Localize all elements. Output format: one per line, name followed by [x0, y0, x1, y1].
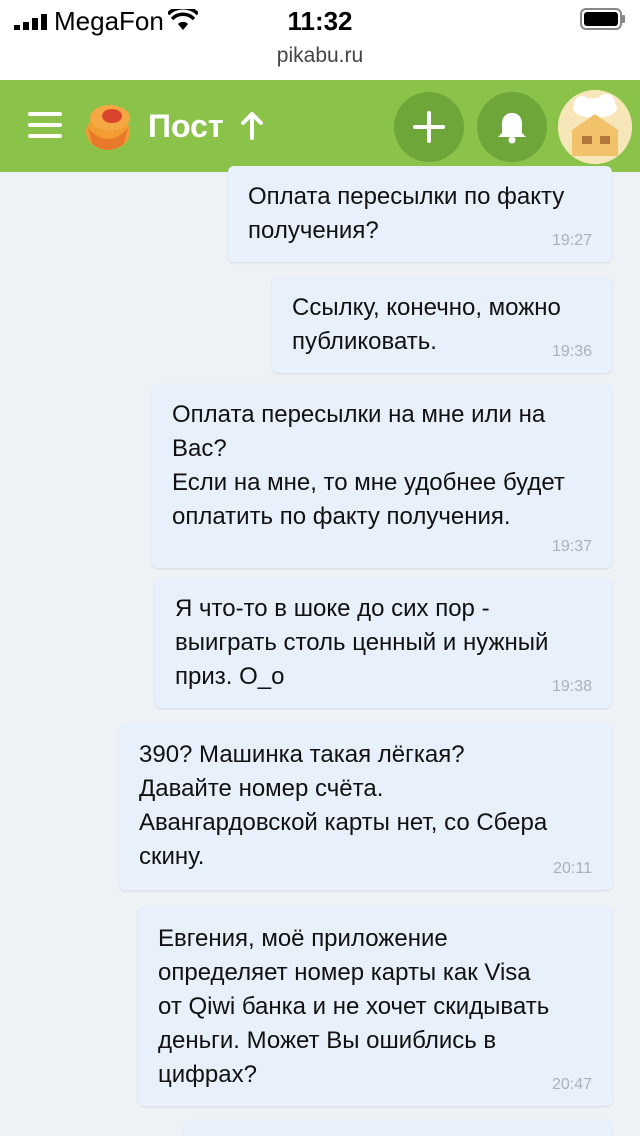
message-bubble: Я что-то в шоке до сих пор - выиграть ст… [155, 578, 612, 708]
message-bubble: Евгения, моё приложение определяет номер… [138, 906, 612, 1106]
url-bar[interactable]: pikabu.ru [0, 44, 640, 68]
pikabu-logo[interactable] [80, 98, 136, 154]
add-post-button[interactable] [394, 92, 464, 162]
message-time: 20:11 [553, 860, 592, 877]
message-time: 20:47 [551, 1076, 592, 1093]
message-bubble: Ссылку, конечно, можно публиковать. 19:3… [272, 277, 612, 373]
message-text: 390? Машинка такая лёгкая? Давайте номер… [139, 741, 548, 870]
message-text: Оплата пересылки на мне или на Вас? Если… [172, 401, 565, 530]
app-header: Пост [0, 80, 640, 172]
message-text: Я что-то в шоке до сих пор - выиграть ст… [175, 595, 549, 690]
message-time: 19:38 [551, 678, 592, 695]
message-bubble: 390? Машинка такая лёгкая? Давайте номер… [119, 724, 612, 890]
message-bubble: Оплата пересылки на мне или на Вас? Если… [152, 384, 612, 568]
message-bubble: Оплата пересылки по факту получения? 19:… [228, 166, 612, 262]
clock: 11:32 [287, 6, 353, 36]
message-text: Евгения, моё приложение определяет номер… [158, 925, 550, 1088]
page-title: Пост [148, 108, 224, 144]
bell-icon [498, 113, 526, 144]
user-avatar[interactable] [558, 90, 632, 164]
message-bubble-partial [184, 1120, 612, 1136]
status-bar: MegaFon 11:32 pikabu.ru [0, 0, 640, 80]
message-time: 19:27 [551, 232, 592, 249]
message-time: 19:36 [551, 343, 592, 360]
menu-icon[interactable] [28, 112, 62, 140]
message-text: Оплата пересылки по факту получения? [248, 183, 565, 244]
notifications-button[interactable] [477, 92, 547, 162]
message-time: 19:37 [551, 538, 592, 555]
plus-icon [413, 111, 445, 143]
message-text: Ссылку, конечно, можно публиковать. [292, 294, 561, 355]
arrow-up-icon[interactable] [240, 112, 264, 140]
battery-icon [580, 8, 625, 30]
